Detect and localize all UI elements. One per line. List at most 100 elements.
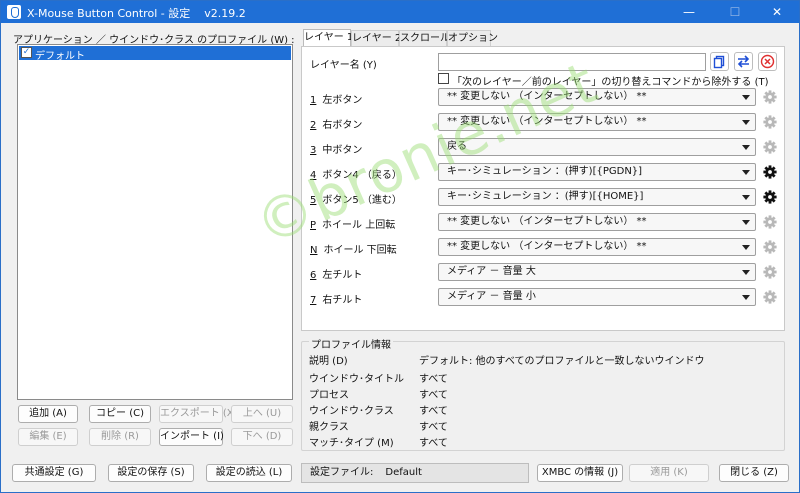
gear-icon: [763, 165, 777, 179]
load-settings-button[interactable]: 設定の読込 (L): [206, 464, 292, 482]
combo-value: ** 変更しない （インターセプトしない） **: [447, 91, 647, 102]
accel-key: 6: [310, 270, 317, 281]
apply-button[interactable]: 適用 (K): [629, 464, 709, 482]
mapping-text: 右チルト: [322, 295, 363, 306]
combo-value: ** 変更しない （インターセプトしない） **: [447, 241, 647, 252]
copy-layer-button[interactable]: [710, 52, 729, 71]
gear-icon: [763, 90, 777, 104]
info-key: ウインドウ･タイトル: [309, 374, 404, 385]
mapping-text: ホイール 下回転: [323, 245, 397, 256]
mouse-icon: [7, 5, 21, 19]
gear-icon: [763, 115, 777, 129]
mapping-label-button-5: 5 ボタン5 （進む）: [310, 191, 402, 206]
delete-layer-button[interactable]: [758, 52, 777, 71]
copy-button[interactable]: コピー (C): [89, 405, 151, 423]
info-value: すべて: [419, 422, 448, 433]
button-4-action-select[interactable]: キー･シミュレーション ：(押す)[{PGDN}]: [438, 163, 756, 181]
profile-label: デフォルト: [35, 51, 85, 62]
export-button[interactable]: エクスポート (X): [159, 405, 238, 423]
gear-button[interactable]: [762, 189, 778, 205]
accel-key: 7: [310, 295, 317, 306]
right-button-action-select[interactable]: ** 変更しない （インターセプトしない） **: [438, 113, 756, 131]
gear-button[interactable]: [762, 114, 778, 130]
maximize-button[interactable]: ☐: [713, 1, 757, 23]
close-button[interactable]: 閉じる (Z): [719, 464, 789, 482]
mapping-label-button-4: 4 ボタン4 （戻る）: [310, 166, 402, 181]
import-button[interactable]: インポート (I): [159, 428, 224, 446]
mapping-label-left-button: 1 左ボタン: [310, 91, 362, 106]
delete-button[interactable]: 削除 (R): [89, 428, 151, 446]
gear-icon: [763, 215, 777, 229]
common-settings-button[interactable]: 共通設定 (G): [12, 464, 96, 482]
combo-value: ** 変更しない （インターセプトしない） **: [447, 116, 647, 127]
mapping-text: 左チルト: [322, 270, 363, 281]
combo-value: キー･シミュレーション ：(押す)[{PGDN}]: [447, 166, 643, 177]
mapping-text: 左ボタン: [322, 95, 363, 106]
main-window: X-Mouse Button Control - 設定 v2.19.2 — ☐ ✕…: [0, 0, 800, 493]
profile-list[interactable]: ✓ デフォルト: [17, 44, 293, 400]
wheel-down-action-select[interactable]: ** 変更しない （インターセプトしない） **: [438, 238, 756, 256]
swap-layers-button[interactable]: [734, 52, 753, 71]
gear-button[interactable]: [762, 264, 778, 280]
edit-button[interactable]: 編集 (E): [18, 428, 78, 446]
gear-icon: [763, 265, 777, 279]
chevron-down-icon: [742, 295, 750, 300]
layer-name-input[interactable]: [438, 53, 706, 71]
gear-button[interactable]: [762, 89, 778, 105]
gear-button[interactable]: [762, 214, 778, 230]
info-key: ウインドウ･クラス: [309, 406, 394, 417]
chevron-down-icon: [742, 195, 750, 200]
exclude-layer-checkbox[interactable]: [438, 73, 449, 84]
profile-info-title: プロファイル情報: [309, 336, 393, 351]
tab-scroll[interactable]: スクロール: [399, 30, 450, 46]
profile-checkbox[interactable]: ✓: [21, 47, 32, 58]
minimize-button[interactable]: —: [667, 1, 711, 23]
mapping-label-wheel-down: N ホイール 下回転: [310, 241, 397, 256]
tilt-left-action-select[interactable]: メディア － 音量 大: [438, 263, 756, 281]
delete-layer-icon: [760, 54, 775, 69]
mapping-text: ボタン5 （進む）: [322, 195, 402, 206]
settings-file-value: Default: [385, 467, 422, 478]
close-window-button[interactable]: ✕: [755, 1, 799, 23]
exclude-layer-label: 「次のレイヤー／前のレイヤー」の切り替えコマンドから除外する (T): [452, 77, 769, 88]
button-5-action-select[interactable]: キー･シミュレーション ：(押す)[{HOME}]: [438, 188, 756, 206]
gear-button[interactable]: [762, 164, 778, 180]
left-button-action-select[interactable]: ** 変更しない （インターセプトしない） **: [438, 88, 756, 106]
chevron-down-icon: [742, 95, 750, 100]
accel-key: 1: [310, 95, 317, 106]
wheel-up-action-select[interactable]: ** 変更しない （インターセプトしない） **: [438, 213, 756, 231]
gear-button[interactable]: [762, 139, 778, 155]
combo-value: メディア － 音量 大: [447, 266, 536, 277]
chevron-down-icon: [742, 245, 750, 250]
profile-list-item[interactable]: ✓ デフォルト: [19, 46, 291, 62]
accel-key: 5: [310, 195, 317, 206]
mapping-text: 中ボタン: [322, 145, 363, 156]
window-title: X-Mouse Button Control - 設定 v2.19.2: [27, 5, 246, 21]
chevron-down-icon: [742, 270, 750, 275]
accel-key: 3: [310, 145, 317, 156]
info-value: すべて: [419, 390, 448, 401]
tab-layer-2[interactable]: レイヤー 2: [351, 30, 401, 46]
info-key: 親クラス: [309, 422, 349, 433]
add-button[interactable]: 追加 (A): [18, 405, 78, 423]
swap-layers-icon: [737, 55, 750, 68]
gear-icon: [763, 140, 777, 154]
gear-icon: [763, 290, 777, 304]
combo-value: キー･シミュレーション ：(押す)[{HOME}]: [447, 191, 644, 202]
chevron-down-icon: [742, 145, 750, 150]
tab-options[interactable]: オプション: [447, 30, 498, 46]
move-up-button[interactable]: 上へ (U): [231, 405, 293, 423]
about-button[interactable]: XMBC の情報 (J): [537, 464, 623, 482]
accel-key: P: [310, 220, 317, 231]
title-bar[interactable]: X-Mouse Button Control - 設定 v2.19.2 — ☐ ✕: [1, 1, 799, 23]
combo-value: 戻る: [447, 141, 467, 152]
gear-button[interactable]: [762, 239, 778, 255]
save-settings-button[interactable]: 設定の保存 (S): [108, 464, 194, 482]
combo-value: ** 変更しない （インターセプトしない） **: [447, 216, 647, 227]
tilt-right-action-select[interactable]: メディア － 音量 小: [438, 288, 756, 306]
info-key: プロセス: [309, 390, 349, 401]
move-down-button[interactable]: 下へ (D): [231, 428, 293, 446]
middle-button-action-select[interactable]: 戻る: [438, 138, 756, 156]
tab-layer-1[interactable]: レイヤー 1: [303, 29, 353, 47]
gear-button[interactable]: [762, 289, 778, 305]
